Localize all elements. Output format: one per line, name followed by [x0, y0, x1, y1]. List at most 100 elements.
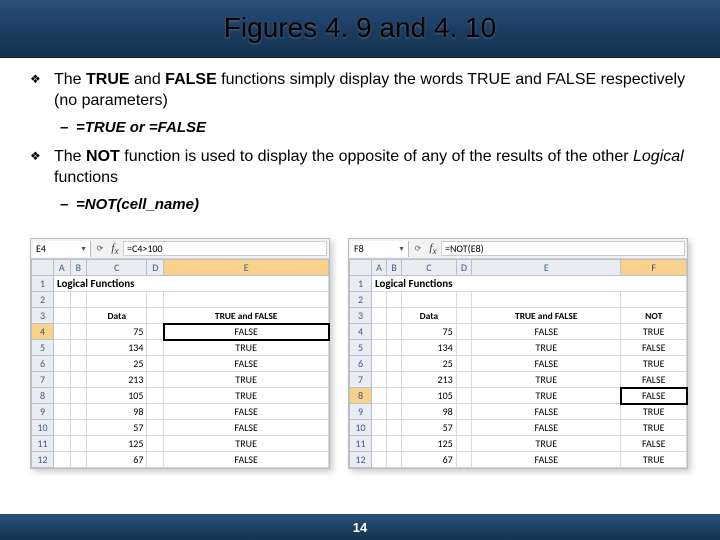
- col-header[interactable]: A: [54, 260, 71, 276]
- row-header[interactable]: 1: [32, 276, 54, 292]
- cell[interactable]: FALSE: [472, 420, 621, 436]
- row-header[interactable]: 5: [350, 340, 372, 356]
- cell[interactable]: TRUE: [621, 452, 687, 468]
- cell[interactable]: FALSE: [621, 436, 687, 452]
- col-header[interactable]: E: [164, 260, 329, 276]
- col-header[interactable]: D: [147, 260, 164, 276]
- cell[interactable]: FALSE: [472, 452, 621, 468]
- formula-bar[interactable]: =NOT(E8): [441, 241, 685, 256]
- row-header[interactable]: 12: [350, 452, 372, 468]
- cell[interactable]: FALSE: [472, 404, 621, 420]
- cell[interactable]: 98: [87, 404, 147, 420]
- cell[interactable]: Logical Functions: [372, 276, 687, 292]
- row-header[interactable]: 6: [32, 356, 54, 372]
- cell[interactable]: 75: [87, 324, 147, 340]
- cell[interactable]: 67: [87, 452, 147, 468]
- row-header[interactable]: 2: [32, 292, 54, 308]
- cell[interactable]: TRUE and FALSE: [472, 308, 621, 324]
- refresh-icon[interactable]: ⟳: [411, 242, 425, 256]
- cell[interactable]: 25: [87, 356, 147, 372]
- cell[interactable]: TRUE: [621, 420, 687, 436]
- cell[interactable]: TRUE: [621, 404, 687, 420]
- cell[interactable]: FALSE: [164, 420, 329, 436]
- row-header[interactable]: 11: [350, 436, 372, 452]
- cell[interactable]: 134: [87, 340, 147, 356]
- row-header[interactable]: 10: [350, 420, 372, 436]
- cell[interactable]: TRUE: [472, 340, 621, 356]
- row-header[interactable]: 3: [350, 308, 372, 324]
- row-header[interactable]: 4: [32, 324, 54, 340]
- row-header[interactable]: 1: [350, 276, 372, 292]
- row-header[interactable]: 3: [32, 308, 54, 324]
- row-header[interactable]: 11: [32, 436, 54, 452]
- cell[interactable]: FALSE: [621, 340, 687, 356]
- formula-bar[interactable]: =C4>100: [123, 241, 327, 256]
- row-header[interactable]: 5: [32, 340, 54, 356]
- cell[interactable]: FALSE: [621, 372, 687, 388]
- cell[interactable]: NOT: [621, 308, 687, 324]
- col-header[interactable]: C: [87, 260, 147, 276]
- row-header[interactable]: 2: [350, 292, 372, 308]
- slide-title: Figures 4. 9 and 4. 10: [0, 12, 720, 44]
- cell[interactable]: 125: [402, 436, 457, 452]
- cell[interactable]: 213: [87, 372, 147, 388]
- fx-icon[interactable]: fx: [107, 242, 123, 256]
- name-box[interactable]: F8▼: [351, 241, 409, 257]
- cell[interactable]: TRUE: [164, 388, 329, 404]
- row-header[interactable]: 12: [32, 452, 54, 468]
- row-header[interactable]: 9: [32, 404, 54, 420]
- select-all[interactable]: [32, 260, 54, 276]
- refresh-icon[interactable]: ⟳: [93, 242, 107, 256]
- col-header[interactable]: B: [387, 260, 402, 276]
- worksheet-grid: A B C D E 1Logical Functions 2 3 Data TRUE…: [31, 259, 329, 468]
- row-header[interactable]: 4: [350, 324, 372, 340]
- cell[interactable]: TRUE: [621, 324, 687, 340]
- selected-cell[interactable]: FALSE: [164, 324, 329, 340]
- cell[interactable]: TRUE: [472, 372, 621, 388]
- cell[interactable]: FALSE: [164, 356, 329, 372]
- row-header[interactable]: 7: [350, 372, 372, 388]
- row-header[interactable]: 9: [350, 404, 372, 420]
- cell[interactable]: TRUE: [472, 388, 621, 404]
- cell[interactable]: Data: [402, 308, 457, 324]
- row-header[interactable]: 6: [350, 356, 372, 372]
- cell[interactable]: 105: [87, 388, 147, 404]
- cell[interactable]: FALSE: [164, 452, 329, 468]
- cell[interactable]: 57: [402, 420, 457, 436]
- col-header[interactable]: D: [456, 260, 471, 276]
- cell[interactable]: TRUE: [164, 372, 329, 388]
- cell[interactable]: TRUE: [621, 356, 687, 372]
- col-header[interactable]: A: [372, 260, 387, 276]
- col-header[interactable]: B: [70, 260, 87, 276]
- cell[interactable]: FALSE: [472, 356, 621, 372]
- cell[interactable]: FALSE: [164, 404, 329, 420]
- cell[interactable]: FALSE: [472, 324, 621, 340]
- cell[interactable]: 57: [87, 420, 147, 436]
- cell[interactable]: 98: [402, 404, 457, 420]
- cell[interactable]: 25: [402, 356, 457, 372]
- cell[interactable]: TRUE: [164, 436, 329, 452]
- row-header[interactable]: 7: [32, 372, 54, 388]
- col-header[interactable]: C: [402, 260, 457, 276]
- row-header[interactable]: 10: [32, 420, 54, 436]
- cell[interactable]: Data: [87, 308, 147, 324]
- selected-cell[interactable]: FALSE: [621, 388, 687, 404]
- fx-icon[interactable]: fx: [425, 242, 441, 256]
- select-all[interactable]: [350, 260, 372, 276]
- cell[interactable]: Logical Functions: [54, 276, 329, 292]
- cell[interactable]: 125: [87, 436, 147, 452]
- cell[interactable]: TRUE: [472, 436, 621, 452]
- col-header[interactable]: F: [621, 260, 687, 276]
- cell[interactable]: TRUE and FALSE: [164, 308, 329, 324]
- cell[interactable]: 75: [402, 324, 457, 340]
- col-header[interactable]: E: [472, 260, 621, 276]
- chevron-down-icon: ▼: [80, 244, 87, 253]
- name-box[interactable]: E4▼: [33, 241, 91, 257]
- cell[interactable]: TRUE: [164, 340, 329, 356]
- cell[interactable]: 213: [402, 372, 457, 388]
- cell[interactable]: 105: [402, 388, 457, 404]
- row-header[interactable]: 8: [32, 388, 54, 404]
- cell[interactable]: 134: [402, 340, 457, 356]
- row-header[interactable]: 8: [350, 388, 372, 404]
- cell[interactable]: 67: [402, 452, 457, 468]
